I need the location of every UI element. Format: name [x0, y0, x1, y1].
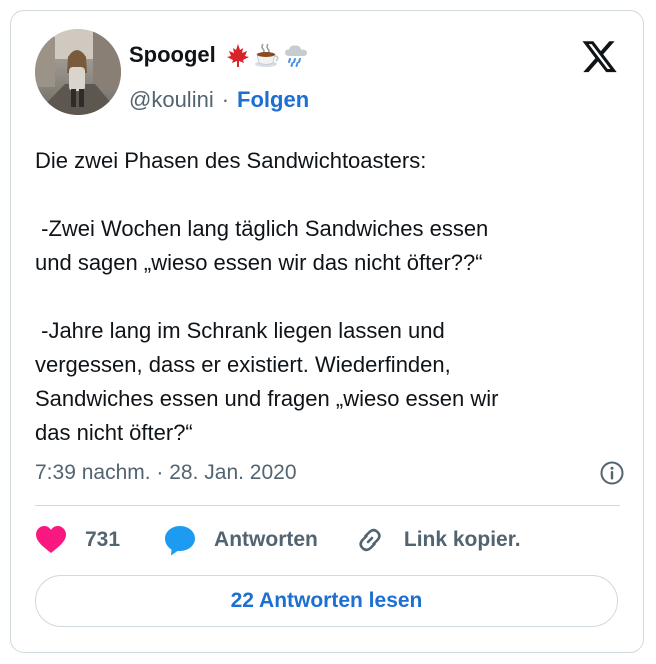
handle-row: @koulini · Folgen	[129, 85, 309, 115]
timestamp-link[interactable]: 7:39 nachm. · 28. Jan. 2020	[35, 461, 297, 484]
user-handle[interactable]: @koulini	[129, 87, 214, 113]
follow-link[interactable]: Folgen	[237, 87, 309, 113]
avatar[interactable]	[35, 29, 121, 115]
x-logo-icon[interactable]	[581, 39, 617, 75]
reply-bubble-icon	[165, 526, 196, 556]
reply-label: Antworten	[214, 528, 318, 551]
hot-beverage-icon	[254, 43, 279, 67]
heart-icon	[36, 526, 66, 553]
timestamp-row: 7:39 nachm. · 28. Jan. 2020	[35, 458, 625, 488]
reply-button[interactable]: Antworten	[164, 524, 318, 556]
tweet-text: Die zwei Phasen des Sandwichtoasters: -Z…	[35, 148, 499, 445]
copy-link-label: Link kopier.	[403, 528, 521, 551]
link-icon	[359, 528, 381, 552]
maple-leaf-icon	[226, 44, 249, 67]
author-name-row: Spoogel	[129, 41, 310, 69]
action-bar: 731 Antworten Link kopier.	[35, 523, 521, 557]
info-icon[interactable]	[599, 460, 625, 486]
like-count: 731	[85, 528, 121, 551]
tweet-card: Spoogel @koulini · Folgen Die zwei Phase…	[10, 10, 644, 653]
display-name[interactable]: Spoogel	[129, 42, 216, 68]
name-emojis	[224, 41, 310, 69]
copy-link-button[interactable]: Link kopier.	[354, 524, 521, 556]
divider	[35, 505, 620, 506]
separator-dot: ·	[221, 87, 230, 112]
like-button[interactable]: 731	[35, 525, 120, 555]
read-replies-button[interactable]: 22 Antworten lesen	[35, 575, 618, 627]
cloud-with-rain-icon	[284, 45, 307, 67]
